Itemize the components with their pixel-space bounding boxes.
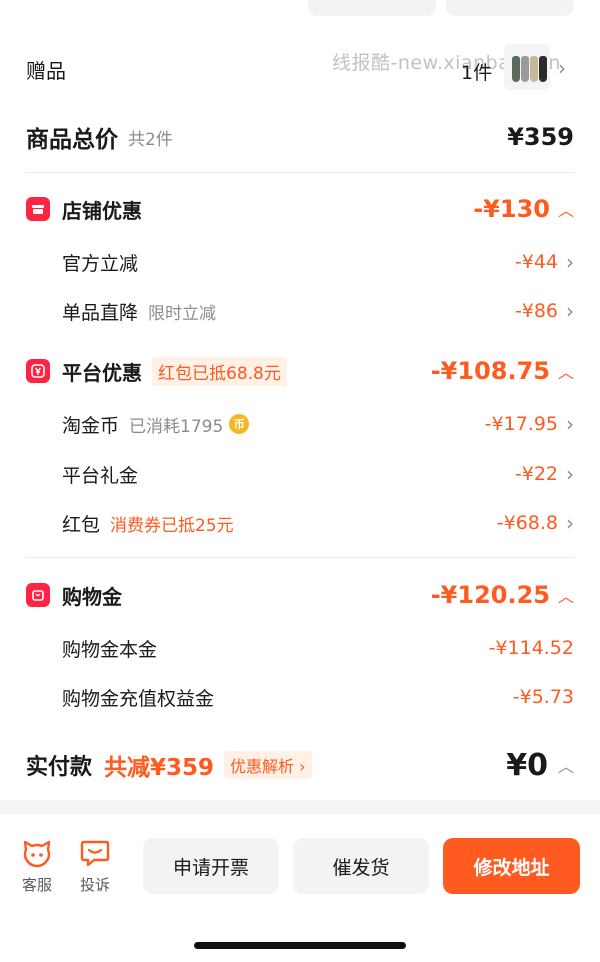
gift-count: 1件 [461,62,493,84]
item-amount: -¥5.73 [512,686,574,708]
store-discount-amount: -¥130 [473,195,550,223]
customer-service-label: 客服 [21,876,52,894]
chevron-right-icon: › [566,462,574,486]
section-gap [0,800,600,814]
chevron-right-icon: › [566,412,574,436]
store-discount-item[interactable]: 官方立减 -¥44 › [0,242,600,282]
shopping-credit-header[interactable]: 购物金 -¥120.25 ︿ [0,574,600,616]
platform-discount-title: 平台优惠 [62,360,142,385]
item-label: 平台礼金 [62,464,139,487]
home-indicator [194,942,406,949]
top-action-button-2[interactable] [446,0,574,16]
gift-product-thumbnail[interactable] [504,44,550,90]
item-label: 单品直降 [62,301,139,324]
platform-discount-item[interactable]: 淘金币 已消耗1795 币 -¥17.95 › [0,404,600,444]
total-item-count: 共2件 [128,129,173,150]
item-label: 购物金充值权益金 [62,687,215,710]
shop-icon [26,197,50,221]
discount-analysis-link[interactable]: 优惠解析 › [224,751,312,779]
urge-delivery-button[interactable]: 催发货 [293,838,429,894]
store-discount-title: 店铺优惠 [62,198,142,223]
complaint-button[interactable]: 投诉 [79,836,111,895]
chevron-right-icon: › [566,511,574,535]
red-packet-tag: 红包已抵68.8元 [152,356,287,386]
actual-payment-row[interactable]: 实付款 共减¥359 优惠解析 › ¥0 ︿ [0,740,600,790]
item-note: 已消耗1795 [129,416,224,437]
complaint-label: 投诉 [79,876,110,894]
chevron-up-icon[interactable]: ︿ [558,753,574,777]
platform-discount-item[interactable]: 平台礼金 -¥22 › [0,454,600,494]
platform-discount-item[interactable]: 红包 消费券已抵25元 -¥68.8 › [0,503,600,543]
item-amount: -¥22 [514,463,558,485]
shopping-credit-item: 购物金本金 -¥114.52 [0,628,600,668]
item-amount: -¥86 [514,300,558,322]
yuan-icon [26,359,50,383]
chevron-right-icon: › [566,250,574,274]
chat-bubble-icon [80,840,110,867]
item-amount: -¥17.95 [484,413,558,435]
bag-icon [26,583,50,607]
chevron-right-icon: › [558,56,566,80]
shopping-credit-amount: -¥120.25 [430,581,550,609]
total-price: ¥359 [507,123,574,151]
modify-address-button[interactable]: 修改地址 [443,838,580,894]
item-amount: -¥44 [514,251,558,273]
customer-service-button[interactable]: 客服 [20,836,54,895]
item-label: 淘金币 [62,414,120,437]
total-title: 商品总价 [26,127,118,153]
apply-invoice-button[interactable]: 申请开票 [143,838,279,894]
divider [26,172,574,173]
item-note: 限时立减 [148,303,217,324]
coin-icon: 币 [229,414,250,434]
store-discount-item[interactable]: 单品直降 限时立减 -¥86 › [0,291,600,331]
platform-discount-header[interactable]: 平台优惠 红包已抵68.8元 -¥108.75 ︿ [0,350,600,392]
payment-title: 实付款 [26,755,93,780]
item-label: 红包 [62,513,101,536]
platform-discount-amount: -¥108.75 [430,357,550,385]
item-note: 消费券已抵25元 [110,515,234,536]
chevron-up-icon[interactable]: ︿ [558,197,574,221]
shopping-credit-title: 购物金 [62,584,122,609]
chevron-right-icon: › [566,299,574,323]
item-label: 官方立减 [62,252,139,275]
chevron-up-icon[interactable]: ︿ [558,583,574,607]
item-label: 购物金本金 [62,638,158,661]
divider [26,557,574,558]
top-action-button-1[interactable] [308,0,436,16]
store-discount-header[interactable]: 店铺优惠 -¥130 ︿ [0,188,600,230]
bottom-action-bar: 客服 投诉 申请开票 催发货 修改地址 [0,814,600,962]
total-reduced: 共减¥359 [104,755,215,781]
customer-service-icon [23,840,51,868]
gift-label: 赠品 [26,58,66,83]
discount-analysis-label: 优惠解析 [230,757,295,776]
item-amount: -¥114.52 [488,637,574,659]
total-price-row: 商品总价 共2件 ¥359 [0,114,600,160]
payment-amount: ¥0 [506,747,548,783]
shopping-credit-item: 购物金充值权益金 -¥5.73 [0,677,600,717]
item-amount: -¥68.8 [496,512,558,534]
chevron-up-icon[interactable]: ︿ [558,359,574,383]
